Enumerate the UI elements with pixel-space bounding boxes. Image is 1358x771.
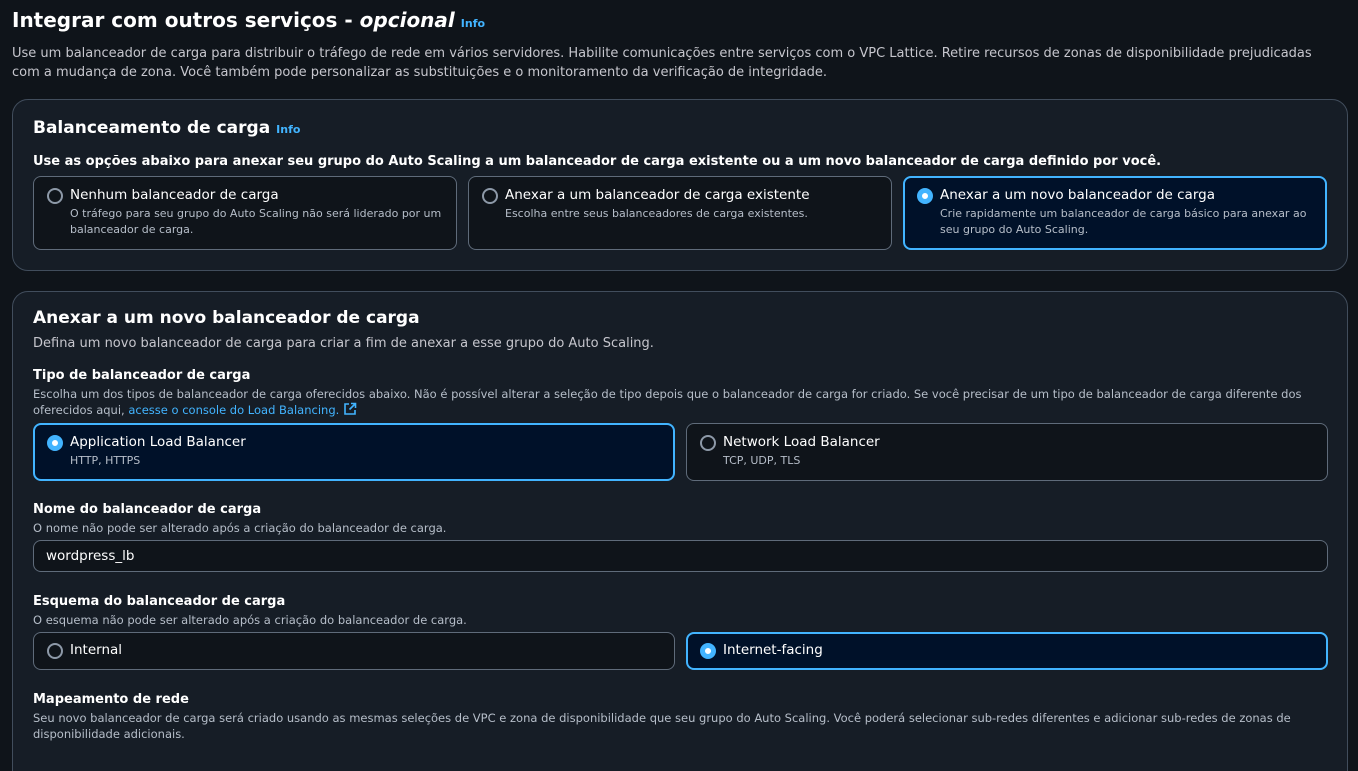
network-mapping-description: Seu novo balanceador de carga será criad…: [33, 711, 1291, 741]
new-load-balancer-title: Anexar a um novo balanceador de carga: [33, 308, 420, 328]
option-new-load-balancer[interactable]: Anexar a um novo balanceador de carga Cr…: [903, 176, 1327, 250]
radio-button[interactable]: [47, 188, 63, 204]
option-title: Anexar a um balanceador de carga existen…: [505, 187, 810, 203]
option-title: Network Load Balancer: [723, 434, 880, 450]
load-balancing-console-link-text: acesse o console do Load Balancing.: [128, 403, 340, 417]
option-description: Escolha entre seus balanceadores de carg…: [505, 207, 808, 220]
radio-button[interactable]: [482, 188, 498, 204]
option-network-load-balancer[interactable]: Network Load Balancer TCP, UDP, TLS: [686, 423, 1328, 481]
radio-button-selected[interactable]: [700, 643, 716, 659]
load-balancing-console-link[interactable]: acesse o console do Load Balancing.: [128, 402, 357, 417]
page-title-optional: opcional: [359, 8, 455, 32]
option-title: Application Load Balancer: [70, 434, 246, 450]
option-description: TCP, UDP, TLS: [723, 454, 801, 467]
page-info-link[interactable]: Info: [461, 17, 485, 30]
option-internal[interactable]: Internal: [33, 632, 675, 670]
option-existing-load-balancer[interactable]: Anexar a um balanceador de carga existen…: [468, 176, 892, 250]
new-load-balancer-description: Defina um novo balanceador de carga para…: [33, 336, 654, 351]
lb-type-label: Tipo de balanceador de carga: [33, 368, 251, 383]
radio-button[interactable]: [700, 435, 716, 451]
option-no-load-balancer[interactable]: Nenhum balanceador de carga O tráfego pa…: [33, 176, 457, 250]
lb-name-input[interactable]: [33, 540, 1328, 572]
load-balancing-info-link[interactable]: Info: [276, 123, 300, 136]
option-title: Internal: [70, 642, 123, 658]
page-description: Use um balanceador de carga para distrib…: [12, 46, 1312, 80]
option-description: Crie rapidamente um balanceador de carga…: [940, 207, 1307, 236]
load-balancing-container: Balanceamento de carga Info Use as opções…: [12, 99, 1348, 271]
new-load-balancer-container: Anexar a um novo balanceador de carga De…: [12, 291, 1348, 771]
external-link-icon: [344, 402, 357, 415]
option-title: Anexar a um novo balanceador de carga: [940, 187, 1215, 203]
lb-name-label: Nome do balanceador de carga: [33, 502, 262, 517]
option-description: HTTP, HTTPS: [70, 454, 141, 467]
load-balancing-heading: Balanceamento de carga Info: [33, 118, 300, 138]
network-mapping-label: Mapeamento de rede: [33, 692, 189, 707]
lb-scheme-label: Esquema do balanceador de carga: [33, 594, 286, 609]
page-title: Integrar com outros serviços - opcional I…: [12, 8, 485, 32]
load-balancing-title: Balanceamento de carga: [33, 118, 271, 138]
radio-button[interactable]: [47, 643, 63, 659]
lb-name-description: O nome não pode ser alterado após a cria…: [33, 521, 447, 535]
load-balancing-prompt: Use as opções abaixo para anexar seu gru…: [33, 154, 1162, 169]
option-title: Nenhum balanceador de carga: [70, 187, 279, 203]
page-title-text: Integrar com outros serviços -: [12, 8, 360, 32]
option-title: Internet-facing: [723, 642, 823, 658]
radio-button-selected[interactable]: [917, 188, 933, 204]
option-internet-facing[interactable]: Internet-facing: [686, 632, 1328, 670]
radio-button-selected[interactable]: [47, 435, 63, 451]
lb-scheme-description: O esquema não pode ser alterado após a c…: [33, 613, 467, 627]
option-description: O tráfego para seu grupo do Auto Scaling…: [70, 207, 442, 236]
lb-type-description: Escolha um dos tipos de balanceador de c…: [33, 386, 1333, 418]
page: Integrar com outros serviços - opcional I…: [0, 0, 1358, 771]
option-application-load-balancer[interactable]: Application Load Balancer HTTP, HTTPS: [33, 423, 675, 481]
